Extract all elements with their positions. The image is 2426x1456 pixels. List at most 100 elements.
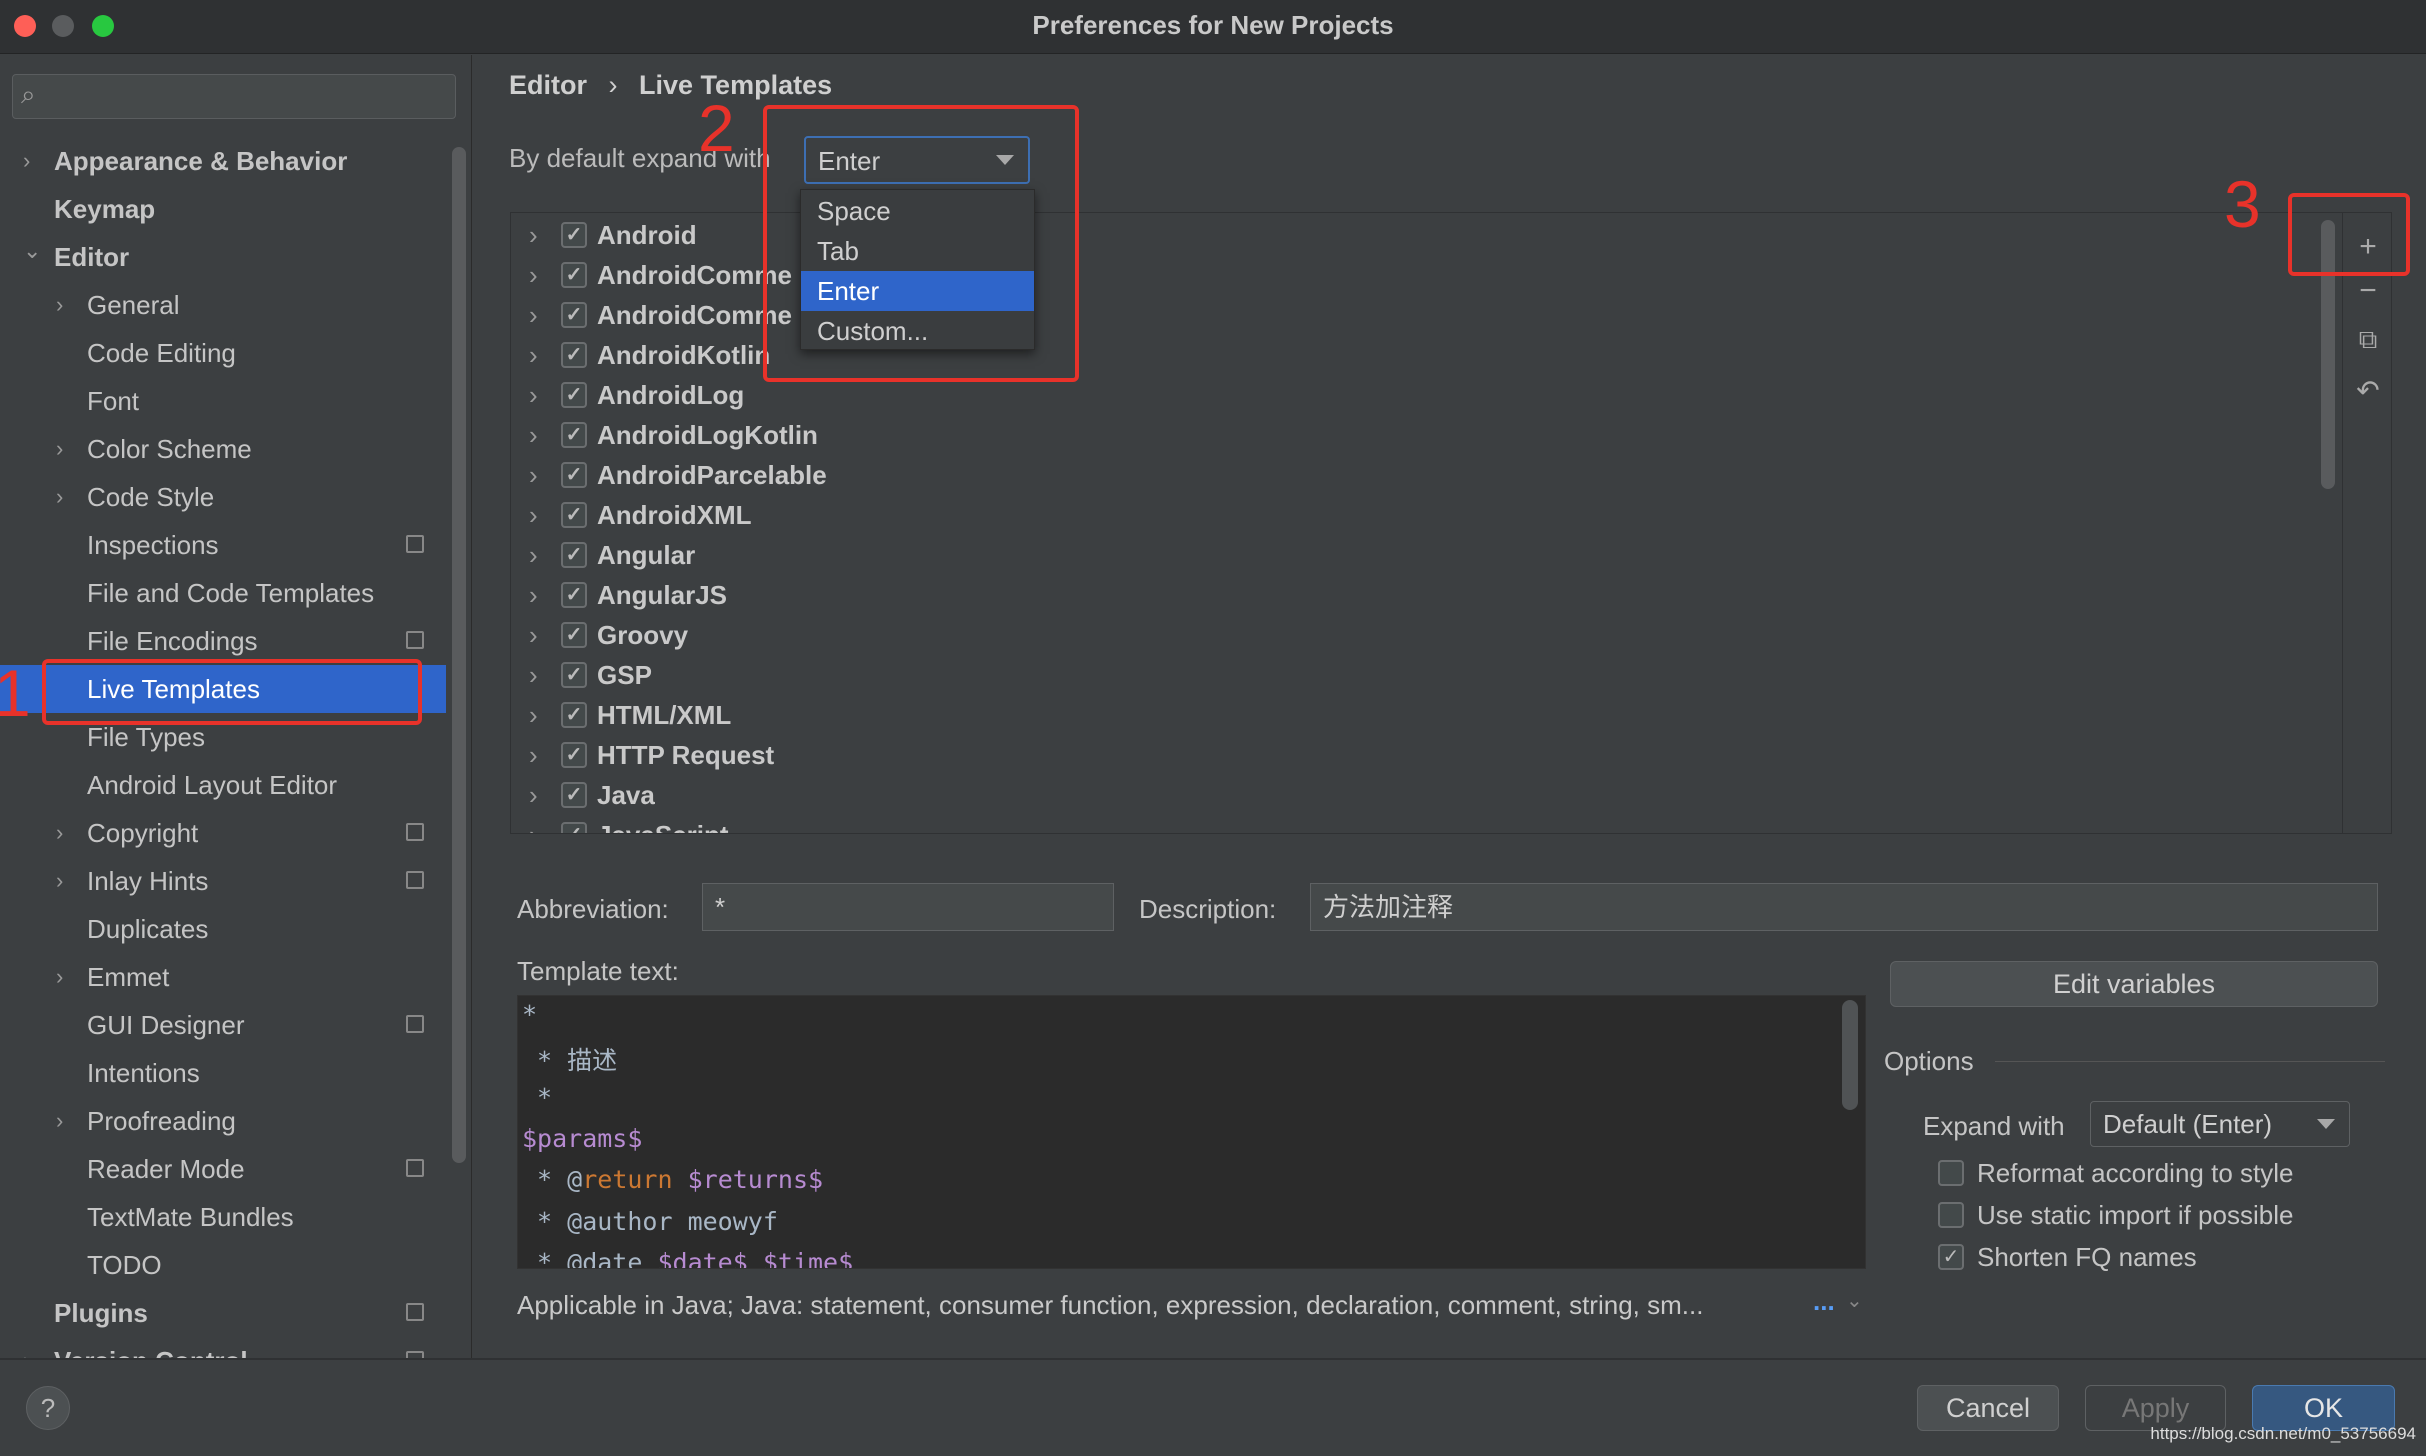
chevron-right-icon[interactable]: ›: [529, 695, 538, 735]
template-group-checkbox[interactable]: ✓: [561, 662, 587, 688]
template-group-checkbox[interactable]: ✓: [561, 222, 587, 248]
chevron-right-icon[interactable]: ›: [56, 425, 63, 473]
template-group-row[interactable]: › ✓ Groovy: [511, 615, 2311, 655]
template-group-checkbox[interactable]: ✓: [561, 702, 587, 728]
applicable-change-link[interactable]: ...: [1813, 1286, 1835, 1317]
sidebar-item[interactable]: Reader Mode: [0, 1145, 446, 1193]
template-group-checkbox[interactable]: ✓: [561, 502, 587, 528]
chevron-right-icon[interactable]: ›: [529, 615, 538, 655]
template-group-row[interactable]: › ✓ Angular: [511, 535, 2311, 575]
template-group-checkbox[interactable]: ✓: [561, 342, 587, 368]
sidebar-item[interactable]: Code Editing: [0, 329, 446, 377]
sidebar-scrollbar[interactable]: [452, 147, 466, 1163]
option-label[interactable]: Reformat according to style: [1977, 1158, 2293, 1189]
template-group-row[interactable]: › ✓ HTML/XML: [511, 695, 2311, 735]
template-group-row[interactable]: › ✓ JavaScript: [511, 815, 2311, 833]
sidebar-item[interactable]: Inspections: [0, 521, 446, 569]
chevron-right-icon[interactable]: ›: [529, 775, 538, 815]
copy-icon[interactable]: ⧉: [2353, 324, 2383, 356]
chevron-right-icon[interactable]: ›: [23, 137, 30, 185]
sidebar-item[interactable]: Font: [0, 377, 446, 425]
template-group-row[interactable]: › ✓ AndroidLogKotlin: [511, 415, 2311, 455]
sidebar-item[interactable]: Intentions: [0, 1049, 446, 1097]
edit-variables-button[interactable]: Edit variables: [1890, 961, 2378, 1007]
chevron-down-icon[interactable]: ⌄: [23, 227, 41, 275]
template-group-checkbox[interactable]: ✓: [561, 622, 587, 648]
zoom-window-button[interactable]: [92, 15, 114, 37]
revert-icon[interactable]: ↶: [2353, 374, 2383, 407]
chevron-down-icon[interactable]: ⌄: [1846, 1288, 1863, 1313]
chevron-right-icon[interactable]: ›: [529, 335, 538, 375]
settings-search-input[interactable]: ⌕: [12, 74, 456, 119]
chevron-right-icon[interactable]: ›: [529, 375, 538, 415]
chevron-right-icon[interactable]: ›: [56, 281, 63, 329]
template-expand-with-dropdown[interactable]: Default (Enter): [2090, 1101, 2350, 1147]
chevron-right-icon[interactable]: ›: [529, 535, 538, 575]
sidebar-item[interactable]: › Appearance & Behavior: [0, 137, 446, 185]
breadcrumb-editor[interactable]: Editor: [509, 70, 587, 100]
sidebar-item[interactable]: › Emmet: [0, 953, 446, 1001]
template-group-checkbox[interactable]: ✓: [561, 742, 587, 768]
abbreviation-input[interactable]: *: [702, 883, 1114, 931]
sidebar-item[interactable]: › Code Style: [0, 473, 446, 521]
chevron-right-icon[interactable]: ›: [529, 735, 538, 775]
chevron-right-icon[interactable]: ›: [529, 495, 538, 535]
sidebar-item[interactable]: TextMate Bundles: [0, 1193, 446, 1241]
template-group-checkbox[interactable]: ✓: [561, 382, 587, 408]
template-group-checkbox[interactable]: ✓: [561, 782, 587, 808]
template-group-checkbox[interactable]: ✓: [561, 542, 587, 568]
chevron-right-icon[interactable]: ›: [529, 815, 538, 833]
chevron-right-icon[interactable]: ›: [529, 295, 538, 335]
template-group-checkbox[interactable]: ✓: [561, 462, 587, 488]
option-checkbox[interactable]: [1938, 1202, 1964, 1228]
sidebar-item[interactable]: › Inlay Hints: [0, 857, 446, 905]
remove-icon[interactable]: −: [2353, 274, 2383, 308]
sidebar-item[interactable]: › General: [0, 281, 446, 329]
sidebar-item[interactable]: › Version Control: [0, 1337, 446, 1358]
chevron-right-icon[interactable]: ›: [56, 953, 63, 1001]
chevron-right-icon[interactable]: ›: [56, 809, 63, 857]
sidebar-item[interactable]: Keymap: [0, 185, 446, 233]
chevron-right-icon[interactable]: ›: [56, 857, 63, 905]
editor-scrollbar[interactable]: [1842, 1000, 1858, 1110]
chevron-right-icon[interactable]: ›: [529, 215, 538, 255]
template-group-row[interactable]: › ✓ AndroidXML: [511, 495, 2311, 535]
template-group-row[interactable]: › ✓ AngularJS: [511, 575, 2311, 615]
sidebar-item[interactable]: TODO: [0, 1241, 446, 1289]
template-group-row[interactable]: › ✓ Java: [511, 775, 2311, 815]
help-button[interactable]: ?: [26, 1386, 70, 1430]
template-group-row[interactable]: › ✓ HTTP Request: [511, 735, 2311, 775]
chevron-right-icon[interactable]: ›: [529, 415, 538, 455]
sidebar-item[interactable]: › Proofreading: [0, 1097, 446, 1145]
sidebar-item[interactable]: File and Code Templates: [0, 569, 446, 617]
option-checkbox[interactable]: ✓: [1938, 1244, 1964, 1270]
chevron-right-icon[interactable]: ›: [56, 473, 63, 521]
template-group-checkbox[interactable]: ✓: [561, 582, 587, 608]
close-window-button[interactable]: [14, 15, 36, 37]
sidebar-item[interactable]: File Encodings: [0, 617, 446, 665]
chevron-right-icon[interactable]: ›: [529, 655, 538, 695]
sidebar-item[interactable]: Android Layout Editor: [0, 761, 446, 809]
chevron-right-icon[interactable]: ›: [529, 455, 538, 495]
template-text-editor[interactable]: * * 描述 * $params$ * @return $returns$ * @…: [517, 995, 1866, 1269]
chevron-right-icon[interactable]: ›: [23, 1337, 30, 1358]
sidebar-item[interactable]: › Copyright: [0, 809, 446, 857]
option-checkbox[interactable]: [1938, 1160, 1964, 1186]
cancel-button[interactable]: Cancel: [1917, 1385, 2059, 1431]
chevron-right-icon[interactable]: ›: [529, 255, 538, 295]
minimize-window-button[interactable]: [52, 15, 74, 37]
chevron-right-icon[interactable]: ›: [529, 575, 538, 615]
template-group-row[interactable]: › ✓ GSP: [511, 655, 2311, 695]
description-input[interactable]: 方法加注释: [1310, 883, 2378, 931]
sidebar-item[interactable]: ⌄ Editor: [0, 233, 446, 281]
template-group-checkbox[interactable]: ✓: [561, 262, 587, 288]
sidebar-item[interactable]: Duplicates: [0, 905, 446, 953]
template-group-checkbox[interactable]: ✓: [561, 302, 587, 328]
option-label[interactable]: Use static import if possible: [1977, 1200, 2293, 1231]
sidebar-item[interactable]: GUI Designer: [0, 1001, 446, 1049]
sidebar-item[interactable]: Plugins: [0, 1289, 446, 1337]
template-group-checkbox[interactable]: ✓: [561, 822, 587, 833]
template-group-row[interactable]: › ✓ AndroidParcelable: [511, 455, 2311, 495]
template-group-checkbox[interactable]: ✓: [561, 422, 587, 448]
option-label[interactable]: Shorten FQ names: [1977, 1242, 2197, 1273]
